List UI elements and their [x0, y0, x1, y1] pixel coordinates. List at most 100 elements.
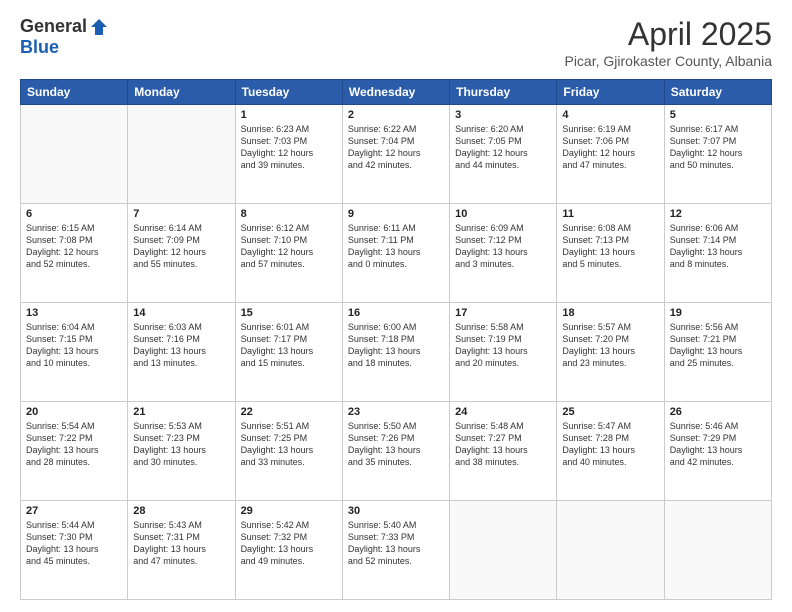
- table-cell: 3Sunrise: 6:20 AM Sunset: 7:05 PM Daylig…: [450, 105, 557, 204]
- day-number: 25: [562, 406, 658, 418]
- day-number: 30: [348, 505, 444, 517]
- col-friday: Friday: [557, 80, 664, 105]
- col-tuesday: Tuesday: [235, 80, 342, 105]
- calendar-header-row: Sunday Monday Tuesday Wednesday Thursday…: [21, 80, 772, 105]
- day-info: Sunrise: 6:20 AM Sunset: 7:05 PM Dayligh…: [455, 123, 551, 172]
- day-number: 8: [241, 208, 337, 220]
- table-cell: 17Sunrise: 5:58 AM Sunset: 7:19 PM Dayli…: [450, 303, 557, 402]
- day-number: 10: [455, 208, 551, 220]
- table-cell: 1 Sunrise: 6:23 AM Sunset: 7:03 PM Daylig…: [235, 105, 342, 204]
- page: General Blue April 2025 Picar, Gjirokast…: [0, 0, 792, 612]
- table-cell: 14 Sunrise: 6:03 AM Sunset: 7:16 PM Dayli…: [128, 303, 235, 402]
- calendar-table: Sunday Monday Tuesday Wednesday Thursday…: [20, 79, 772, 600]
- day-info: Sunrise: 6:23 AM Sunset: 7:03 PM Dayligh…: [241, 123, 337, 172]
- header: General Blue April 2025 Picar, Gjirokast…: [20, 16, 772, 69]
- table-cell: 18 Sunrise: 5:57 AM Sunset: 7:20 PM Dayli…: [557, 303, 664, 402]
- col-sunday: Sunday: [21, 80, 128, 105]
- day-number: 19: [670, 307, 766, 319]
- day-number: 20: [26, 406, 122, 418]
- table-cell: 20 Sunrise: 5:54 AM Sunset: 7:22 PM Dayli…: [21, 402, 128, 501]
- day-number: 24: [455, 406, 551, 418]
- table-cell: 19 Sunrise: 5:56 AM Sunset: 7:21 PM Dayli…: [664, 303, 771, 402]
- day-info: Sunrise: 5:43 AM Sunset: 7:31 PM Dayligh…: [133, 519, 229, 568]
- calendar-week-2: 6 Sunrise: 6:15 AM Sunset: 7:08 PM Daylig…: [21, 204, 772, 303]
- calendar-week-5: 27Sunrise: 5:44 AM Sunset: 7:30 PM Dayli…: [21, 501, 772, 600]
- table-cell: 25 Sunrise: 5:47 AM Sunset: 7:28 PM Dayli…: [557, 402, 664, 501]
- table-cell: 5 Sunrise: 6:17 AM Sunset: 7:07 PM Daylig…: [664, 105, 771, 204]
- day-info: Sunrise: 5:58 AM Sunset: 7:19 PM Dayligh…: [455, 321, 551, 370]
- day-number: 14: [133, 307, 229, 319]
- day-info: Sunrise: 5:50 AM Sunset: 7:26 PM Dayligh…: [348, 420, 444, 469]
- day-info: Sunrise: 6:11 AM Sunset: 7:11 PM Dayligh…: [348, 222, 444, 271]
- day-info: Sunrise: 6:19 AM Sunset: 7:06 PM Dayligh…: [562, 123, 658, 172]
- day-info: Sunrise: 6:12 AM Sunset: 7:10 PM Dayligh…: [241, 222, 337, 271]
- day-number: 28: [133, 505, 229, 517]
- table-cell: [664, 501, 771, 600]
- table-cell: 10 Sunrise: 6:09 AM Sunset: 7:12 PM Dayli…: [450, 204, 557, 303]
- day-number: 5: [670, 109, 766, 121]
- logo: General Blue: [20, 16, 109, 58]
- table-cell: 4Sunrise: 6:19 AM Sunset: 7:06 PM Daylig…: [557, 105, 664, 204]
- day-info: Sunrise: 5:54 AM Sunset: 7:22 PM Dayligh…: [26, 420, 122, 469]
- day-number: 13: [26, 307, 122, 319]
- table-cell: 6 Sunrise: 6:15 AM Sunset: 7:08 PM Daylig…: [21, 204, 128, 303]
- day-info: Sunrise: 5:51 AM Sunset: 7:25 PM Dayligh…: [241, 420, 337, 469]
- table-cell: 30 Sunrise: 5:40 AM Sunset: 7:33 PM Dayli…: [342, 501, 449, 600]
- day-number: 1: [241, 109, 337, 121]
- day-info: Sunrise: 6:08 AM Sunset: 7:13 PM Dayligh…: [562, 222, 658, 271]
- location-title: Picar, Gjirokaster County, Albania: [564, 53, 772, 69]
- month-title: April 2025: [564, 16, 772, 53]
- col-saturday: Saturday: [664, 80, 771, 105]
- table-cell: 23Sunrise: 5:50 AM Sunset: 7:26 PM Dayli…: [342, 402, 449, 501]
- table-cell: [128, 105, 235, 204]
- day-number: 2: [348, 109, 444, 121]
- day-number: 18: [562, 307, 658, 319]
- day-number: 15: [241, 307, 337, 319]
- day-info: Sunrise: 6:14 AM Sunset: 7:09 PM Dayligh…: [133, 222, 229, 271]
- day-info: Sunrise: 6:15 AM Sunset: 7:08 PM Dayligh…: [26, 222, 122, 271]
- day-number: 21: [133, 406, 229, 418]
- day-info: Sunrise: 5:47 AM Sunset: 7:28 PM Dayligh…: [562, 420, 658, 469]
- day-info: Sunrise: 5:42 AM Sunset: 7:32 PM Dayligh…: [241, 519, 337, 568]
- day-info: Sunrise: 6:17 AM Sunset: 7:07 PM Dayligh…: [670, 123, 766, 172]
- table-cell: 8 Sunrise: 6:12 AM Sunset: 7:10 PM Daylig…: [235, 204, 342, 303]
- table-cell: 28 Sunrise: 5:43 AM Sunset: 7:31 PM Dayli…: [128, 501, 235, 600]
- table-cell: 21 Sunrise: 5:53 AM Sunset: 7:23 PM Dayli…: [128, 402, 235, 501]
- day-number: 12: [670, 208, 766, 220]
- calendar-week-3: 13Sunrise: 6:04 AM Sunset: 7:15 PM Dayli…: [21, 303, 772, 402]
- title-section: April 2025 Picar, Gjirokaster County, Al…: [564, 16, 772, 69]
- day-info: Sunrise: 5:53 AM Sunset: 7:23 PM Dayligh…: [133, 420, 229, 469]
- day-info: Sunrise: 5:57 AM Sunset: 7:20 PM Dayligh…: [562, 321, 658, 370]
- day-number: 16: [348, 307, 444, 319]
- day-info: Sunrise: 6:09 AM Sunset: 7:12 PM Dayligh…: [455, 222, 551, 271]
- day-info: Sunrise: 6:22 AM Sunset: 7:04 PM Dayligh…: [348, 123, 444, 172]
- table-cell: 7Sunrise: 6:14 AM Sunset: 7:09 PM Daylig…: [128, 204, 235, 303]
- day-number: 9: [348, 208, 444, 220]
- day-info: Sunrise: 6:00 AM Sunset: 7:18 PM Dayligh…: [348, 321, 444, 370]
- logo-icon: [89, 17, 109, 37]
- table-cell: [450, 501, 557, 600]
- day-info: Sunrise: 6:01 AM Sunset: 7:17 PM Dayligh…: [241, 321, 337, 370]
- day-number: 6: [26, 208, 122, 220]
- day-info: Sunrise: 5:46 AM Sunset: 7:29 PM Dayligh…: [670, 420, 766, 469]
- day-info: Sunrise: 6:06 AM Sunset: 7:14 PM Dayligh…: [670, 222, 766, 271]
- table-cell: 13Sunrise: 6:04 AM Sunset: 7:15 PM Dayli…: [21, 303, 128, 402]
- table-cell: 15 Sunrise: 6:01 AM Sunset: 7:17 PM Dayli…: [235, 303, 342, 402]
- table-cell: 22 Sunrise: 5:51 AM Sunset: 7:25 PM Dayli…: [235, 402, 342, 501]
- col-thursday: Thursday: [450, 80, 557, 105]
- day-info: Sunrise: 5:56 AM Sunset: 7:21 PM Dayligh…: [670, 321, 766, 370]
- table-cell: 24Sunrise: 5:48 AM Sunset: 7:27 PM Dayli…: [450, 402, 557, 501]
- col-monday: Monday: [128, 80, 235, 105]
- day-number: 26: [670, 406, 766, 418]
- calendar-week-4: 20 Sunrise: 5:54 AM Sunset: 7:22 PM Dayli…: [21, 402, 772, 501]
- calendar-week-1: 1 Sunrise: 6:23 AM Sunset: 7:03 PM Daylig…: [21, 105, 772, 204]
- day-info: Sunrise: 5:40 AM Sunset: 7:33 PM Dayligh…: [348, 519, 444, 568]
- table-cell: [21, 105, 128, 204]
- day-info: Sunrise: 6:03 AM Sunset: 7:16 PM Dayligh…: [133, 321, 229, 370]
- day-number: 29: [241, 505, 337, 517]
- col-wednesday: Wednesday: [342, 80, 449, 105]
- table-cell: 27Sunrise: 5:44 AM Sunset: 7:30 PM Dayli…: [21, 501, 128, 600]
- table-cell: 12 Sunrise: 6:06 AM Sunset: 7:14 PM Dayli…: [664, 204, 771, 303]
- logo-general-text: General: [20, 16, 87, 37]
- day-number: 22: [241, 406, 337, 418]
